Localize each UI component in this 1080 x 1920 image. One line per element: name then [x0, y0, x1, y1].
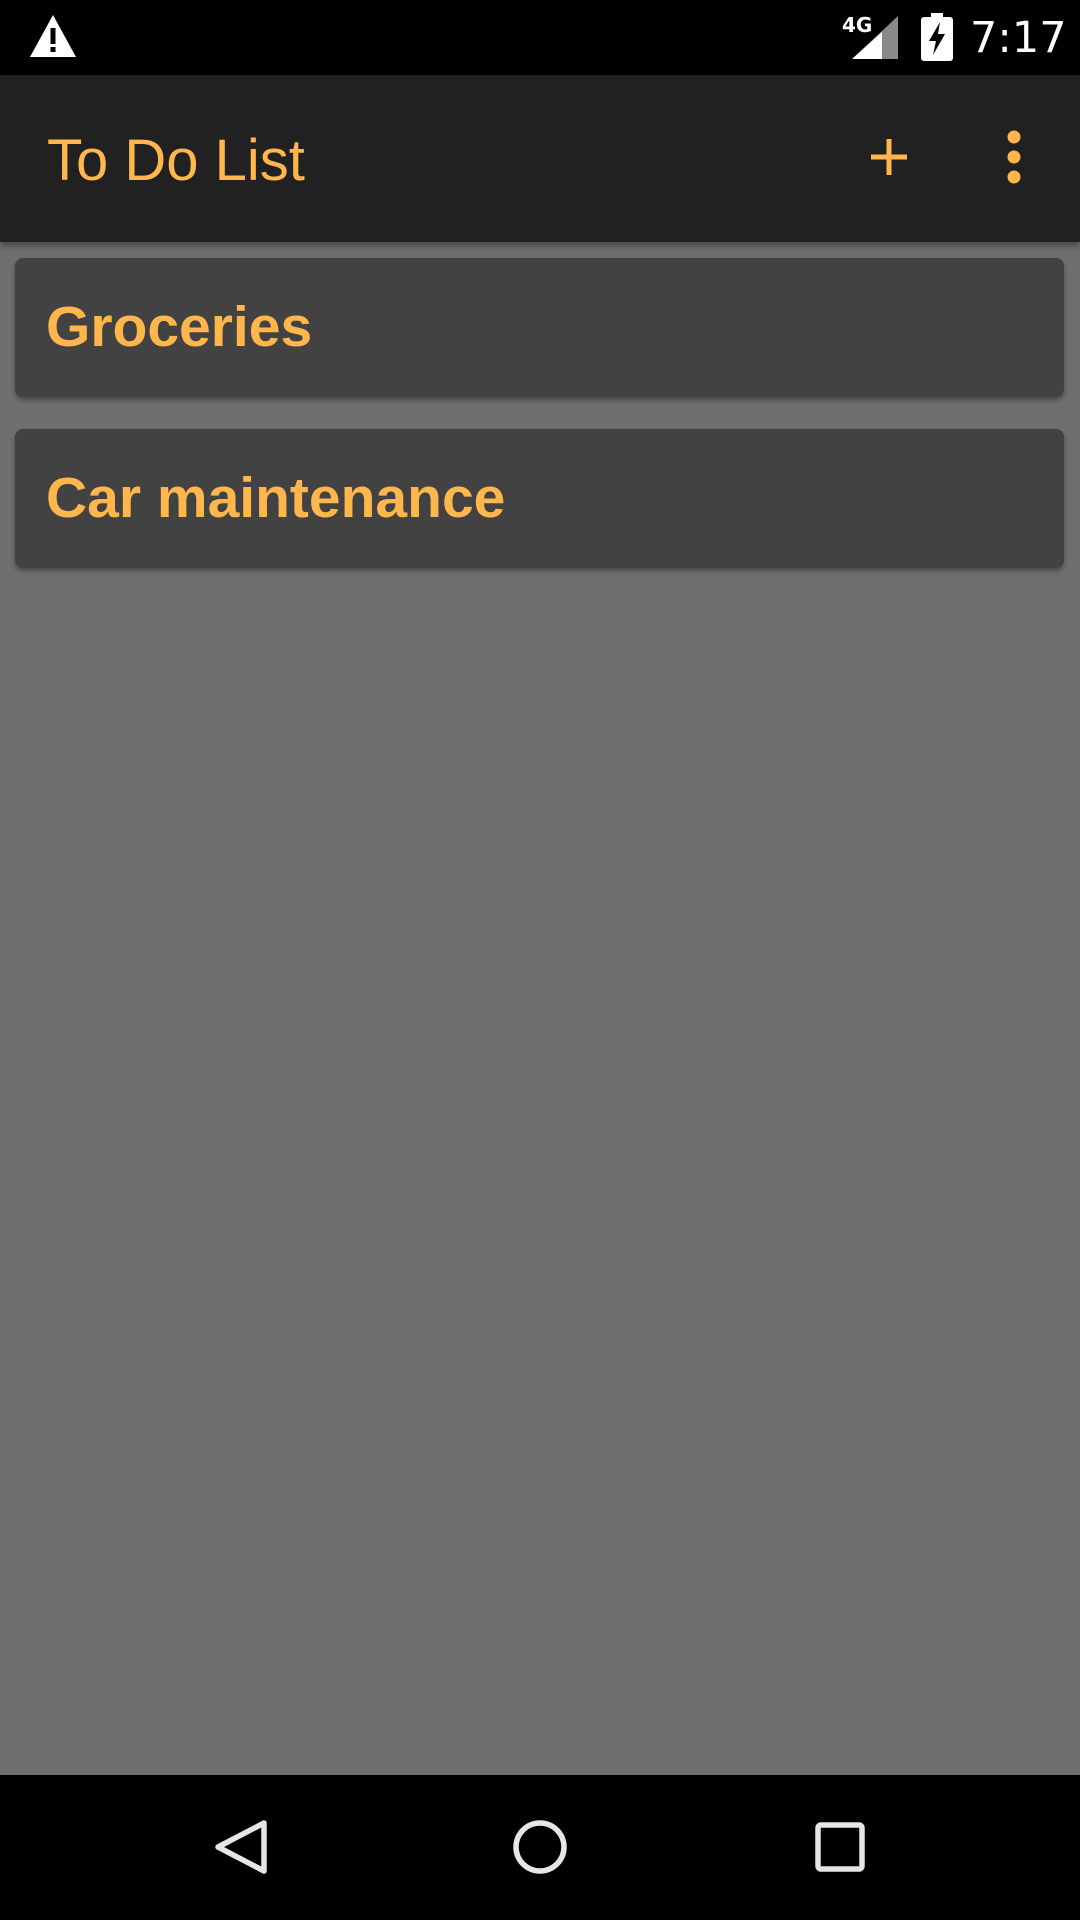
recents-button[interactable]	[790, 1797, 890, 1897]
back-button[interactable]	[190, 1797, 290, 1897]
more-vert-icon	[1007, 130, 1021, 184]
navigation-bar	[0, 1775, 1080, 1920]
status-time: 7:17	[970, 13, 1067, 63]
more-options-button[interactable]	[976, 119, 1052, 195]
list-item-groceries[interactable]: Groceries	[15, 258, 1064, 397]
list-item-car-maintenance[interactable]: Car maintenance	[15, 429, 1064, 568]
status-bar: 4G 7:17	[0, 0, 1080, 75]
list-item-label: Groceries	[46, 295, 313, 359]
home-button[interactable]	[490, 1797, 590, 1897]
add-list-button[interactable]	[851, 119, 927, 195]
app-bar: To Do List	[0, 75, 1080, 242]
warning-icon	[30, 15, 76, 57]
recents-icon	[815, 1822, 865, 1872]
screen: 4G 7:17 To Do List Groceries Car mainten…	[0, 0, 1080, 1920]
add-icon	[871, 139, 907, 175]
back-icon	[215, 1820, 267, 1874]
signal-icon	[852, 16, 898, 59]
home-icon	[513, 1820, 567, 1874]
app-title: To Do List	[47, 128, 305, 193]
list-item-label: Car maintenance	[46, 466, 506, 530]
battery-charging-icon	[921, 13, 953, 61]
